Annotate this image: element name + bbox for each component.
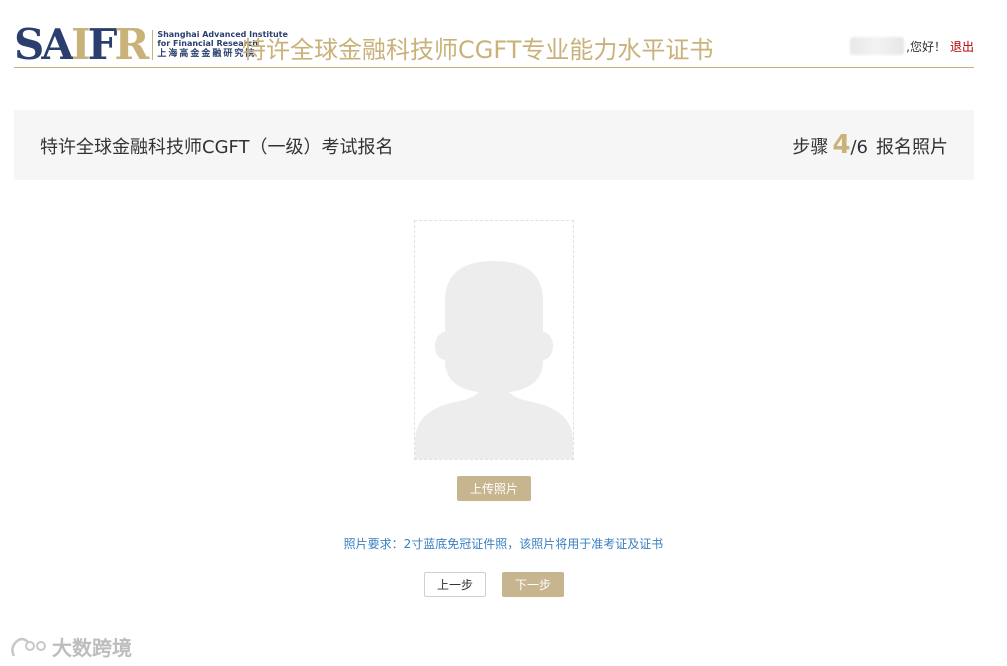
step-indicator: 步骤 4 /6 报名照片 [792, 130, 948, 160]
step-prefix: 步骤 [792, 137, 829, 158]
page-title: 特许全球金融科技师CGFT（一级）考试报名 [40, 137, 394, 158]
step-name: 报名照片 [876, 137, 948, 158]
watermark: 大数跨境 [8, 632, 132, 661]
photo-requirement: 照片要求：2寸蓝底免冠证件照，该照片将用于准考证及证书 [343, 537, 664, 551]
prev-step-button[interactable]: 上一步 [424, 572, 486, 597]
photo-preview [414, 220, 574, 460]
site-title: 特许全球金融科技师CGFT专业能力水平证书 [242, 36, 714, 64]
user-area: ,您好！ 退出 [850, 37, 974, 55]
site-header: SAIFR Shanghai Advanced Institute for Fi… [14, 20, 974, 68]
logo-mark: SAIFR [14, 20, 149, 69]
watermark-logo-icon [11, 637, 46, 657]
blurred-username [850, 37, 905, 55]
step-current: 4 [832, 130, 851, 160]
upload-photo-button[interactable]: 上传照片 [457, 476, 531, 501]
next-step-button[interactable]: 下一步 [502, 572, 564, 597]
greeting-text: ,您好！ [906, 39, 946, 54]
watermark-text: 大数跨境 [52, 636, 132, 660]
logout-link[interactable]: 退出 [950, 38, 974, 55]
avatar-placeholder-icon [415, 221, 573, 459]
step-bar: 特许全球金融科技师CGFT（一级）考试报名 步骤 4 /6 报名照片 [14, 110, 974, 180]
step-total: /6 [850, 137, 868, 158]
